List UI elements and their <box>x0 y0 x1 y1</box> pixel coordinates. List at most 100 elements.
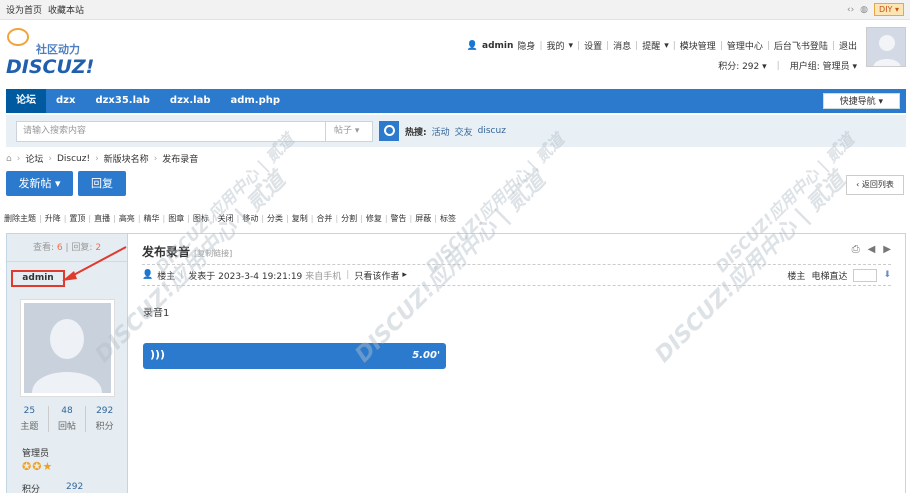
floor-jump-input[interactable] <box>853 268 878 282</box>
mod-tool-link[interactable]: 高亮 <box>119 213 135 224</box>
post-meta: 👤 楼主 | 发表于 2023-3-4 19:21:19 来自手机 | 只看该作… <box>142 264 891 286</box>
code-icon[interactable]: ‹› <box>847 5 854 15</box>
credit-label: 积分 <box>22 485 41 493</box>
bookmark-link[interactable]: 收藏本站 <box>48 3 84 16</box>
separator: | <box>346 270 350 280</box>
mod-tool-link[interactable]: 屏蔽 <box>415 213 431 224</box>
username-link[interactable]: admin <box>482 41 513 51</box>
search-bar: 请输入搜索内容 帖子 ▾ 热搜: 活动 交友 discuz <box>6 115 906 147</box>
search-icon[interactable] <box>379 121 399 141</box>
separator: | <box>831 40 835 51</box>
copy-link[interactable]: [复制链接] <box>194 249 232 258</box>
mod-tool-link[interactable]: 升降 <box>45 213 61 224</box>
home-icon[interactable]: ⌂ <box>6 154 12 164</box>
mod-tool-link[interactable]: 分割 <box>341 213 357 224</box>
mod-tool-link[interactable]: 移动 <box>242 213 258 224</box>
mod-tool-link[interactable]: 修复 <box>366 213 382 224</box>
separator: | <box>384 214 388 223</box>
menu-settings[interactable]: 设置 <box>584 39 602 52</box>
mod-tool-link[interactable]: 标签 <box>440 213 456 224</box>
menu-reminders[interactable]: 提醒 <box>642 39 660 52</box>
replies-count: 2 <box>95 243 102 253</box>
breadcrumb-item[interactable]: 论坛 <box>25 152 43 165</box>
reply-button[interactable]: 回复 <box>78 171 126 196</box>
from-mobile: 来自手机 <box>305 271 342 282</box>
hot-search-link[interactable]: discuz <box>478 126 506 136</box>
breadcrumb-item[interactable]: 发布录音 <box>162 152 198 165</box>
user-menu: 👤 admin 隐身 | 我的 ▾ | 设置 | 消息 | 提醒 ▾ | 模块管理 … <box>467 39 857 53</box>
back-to-list-button[interactable]: ‹ 返回列表 <box>846 175 904 195</box>
search-input[interactable]: 请输入搜索内容 <box>16 120 326 142</box>
nav-item-adm[interactable]: adm.php <box>220 89 290 113</box>
print-icon[interactable]: ⎙ <box>852 244 860 255</box>
separator: | <box>434 214 437 223</box>
stat-value: 48 <box>61 406 73 416</box>
menu-backend-login[interactable]: 后台飞书登陆 <box>774 39 828 52</box>
author-icon: 👤 <box>142 270 154 280</box>
breadcrumb-item[interactable]: 新版块名称 <box>104 152 149 165</box>
author-name[interactable]: admin <box>11 270 65 287</box>
mod-tool-link[interactable]: 分类 <box>267 213 283 224</box>
down-arrow-icon[interactable]: ⬇ <box>883 270 891 280</box>
site-logo[interactable]: 社区动力 DISCUZ! <box>6 28 106 78</box>
stat-credits[interactable]: 292 积分 <box>86 406 123 432</box>
nav-item-dzx[interactable]: dzx <box>46 89 85 113</box>
set-home-link[interactable]: 设为首页 <box>6 3 42 16</box>
palette-icon[interactable]: ◍ <box>860 5 868 15</box>
diy-button[interactable]: DIY ▾ <box>874 3 904 16</box>
moderation-toolbar: 删除主题 | 升降 | 置顶 | 直播 | 高亮 | 精华 | 图章 | 图标 | 关闭 | 移动 | 分类 | 复制 | 合并… <box>4 213 456 224</box>
author-avatar[interactable] <box>20 299 115 397</box>
mod-tool-link[interactable]: 精华 <box>144 213 160 224</box>
hot-search-label: 热搜: <box>405 127 427 138</box>
hot-search-link[interactable]: 活动 <box>432 125 450 138</box>
stat-value: 292 <box>96 406 114 416</box>
separator: | <box>286 214 289 223</box>
hot-search-link[interactable]: 交友 <box>455 125 473 138</box>
quick-nav-button[interactable]: 快捷导航 ▾ <box>822 93 900 109</box>
mod-tool-link[interactable]: 合并 <box>316 213 332 224</box>
nav-item-dzx35-lab[interactable]: dzx35.lab <box>85 89 159 113</box>
breadcrumb-item[interactable]: Discuz! <box>57 154 90 164</box>
mod-tool-link[interactable]: 警告 <box>391 213 407 224</box>
breadcrumb-sep: › <box>95 153 99 164</box>
menu-logout[interactable]: 退出 <box>839 39 857 52</box>
nav-item-dzx-lab[interactable]: dzx.lab <box>160 89 221 113</box>
usergroup-text: 用户组: 管理员 <box>789 62 850 72</box>
views-count: 6 <box>56 243 63 253</box>
mod-tool-link[interactable]: 关闭 <box>218 213 234 224</box>
stat-label: 回帖 <box>58 422 77 432</box>
author-group[interactable]: 管理员 <box>22 446 49 459</box>
menu-messages[interactable]: 消息 <box>613 39 631 52</box>
avatar[interactable] <box>866 27 906 67</box>
separator: | <box>539 40 543 51</box>
mod-tool-link[interactable]: 置顶 <box>69 213 85 224</box>
only-author-link[interactable]: 只看该作者 <box>354 269 399 282</box>
new-post-button[interactable]: 发新帖 ▾ <box>6 171 73 196</box>
search-type-select[interactable]: 帖子 ▾ <box>326 120 373 142</box>
mod-tool-link[interactable]: 复制 <box>292 213 308 224</box>
usergroup-link[interactable]: 用户组: 管理员 ▾ <box>790 59 857 72</box>
audio-player[interactable]: ))) 5.00' <box>143 343 446 369</box>
stealth-link[interactable]: 隐身 <box>517 39 535 52</box>
separator: | <box>137 214 141 223</box>
prev-thread-icon[interactable]: ◀ <box>868 244 876 255</box>
star-icon: ★ <box>42 460 54 473</box>
credits-link[interactable]: 积分: 292 ▾ <box>718 59 766 72</box>
menu-module-manage[interactable]: 模块管理 <box>680 39 716 52</box>
quick-nav-label: 快捷导航 <box>839 97 876 107</box>
mod-tool-link[interactable]: 图章 <box>168 213 184 224</box>
separator: | <box>88 214 92 223</box>
menu-my[interactable]: 我的 <box>546 39 564 52</box>
stat-replies[interactable]: 48 回帖 <box>49 406 87 432</box>
menu-admin-center[interactable]: 管理中心 <box>727 39 763 52</box>
mod-tool-link[interactable]: 直播 <box>94 213 110 224</box>
next-thread-icon[interactable]: ▶ <box>883 244 891 255</box>
separator: | <box>63 214 67 223</box>
sun-icon: ✪ <box>22 460 33 473</box>
mod-tool-link[interactable]: 删除主题 <box>4 213 36 224</box>
stat-threads[interactable]: 25 主题 <box>11 406 49 432</box>
nav-item-forum[interactable]: 论坛 <box>6 89 46 113</box>
thread-title-text: 发布录音 <box>142 245 191 259</box>
credits-text: 积分: 292 <box>718 62 760 72</box>
mod-tool-link[interactable]: 图标 <box>193 213 209 224</box>
